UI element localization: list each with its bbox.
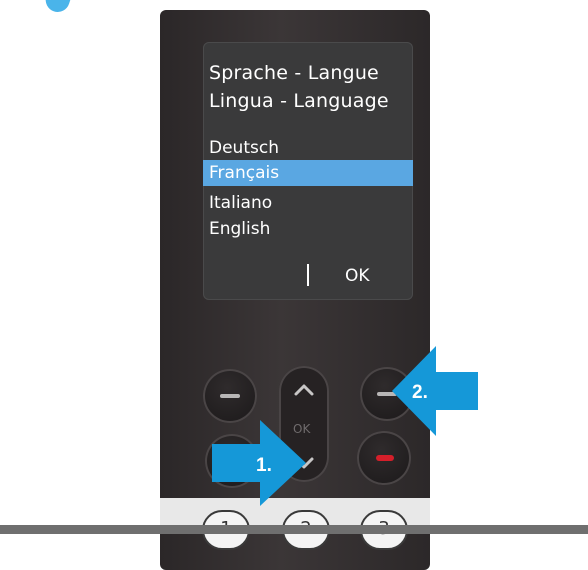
end-call-icon <box>376 455 394 461</box>
end-call-button[interactable] <box>357 431 411 485</box>
nav-up-icon <box>294 384 314 396</box>
menu-title-line2: Lingua - Language <box>209 90 389 112</box>
phone-display: Sprache - Langue Lingua - Language Deuts… <box>203 42 413 300</box>
softkey-separator <box>307 264 309 286</box>
bottom-edge-bar <box>0 525 588 534</box>
language-item-deutsch[interactable]: Deutsch <box>209 138 279 158</box>
annotation-step-1: 1. <box>256 455 272 476</box>
left-softkey-button[interactable] <box>203 369 257 423</box>
annotation-step-2: 2. <box>412 382 428 403</box>
language-item-italiano[interactable]: Italiano <box>209 193 272 213</box>
minus-icon <box>220 394 240 398</box>
softkey-ok-label: OK <box>345 266 370 286</box>
annotation-arrow-2 <box>392 346 478 436</box>
language-item-english[interactable]: English <box>209 219 270 239</box>
menu-title-line1: Sprache - Langue <box>209 62 379 84</box>
brand-drop-icon <box>42 0 74 16</box>
language-item-label: Français <box>209 163 280 183</box>
language-item-francais-selected[interactable]: Français <box>203 160 413 186</box>
